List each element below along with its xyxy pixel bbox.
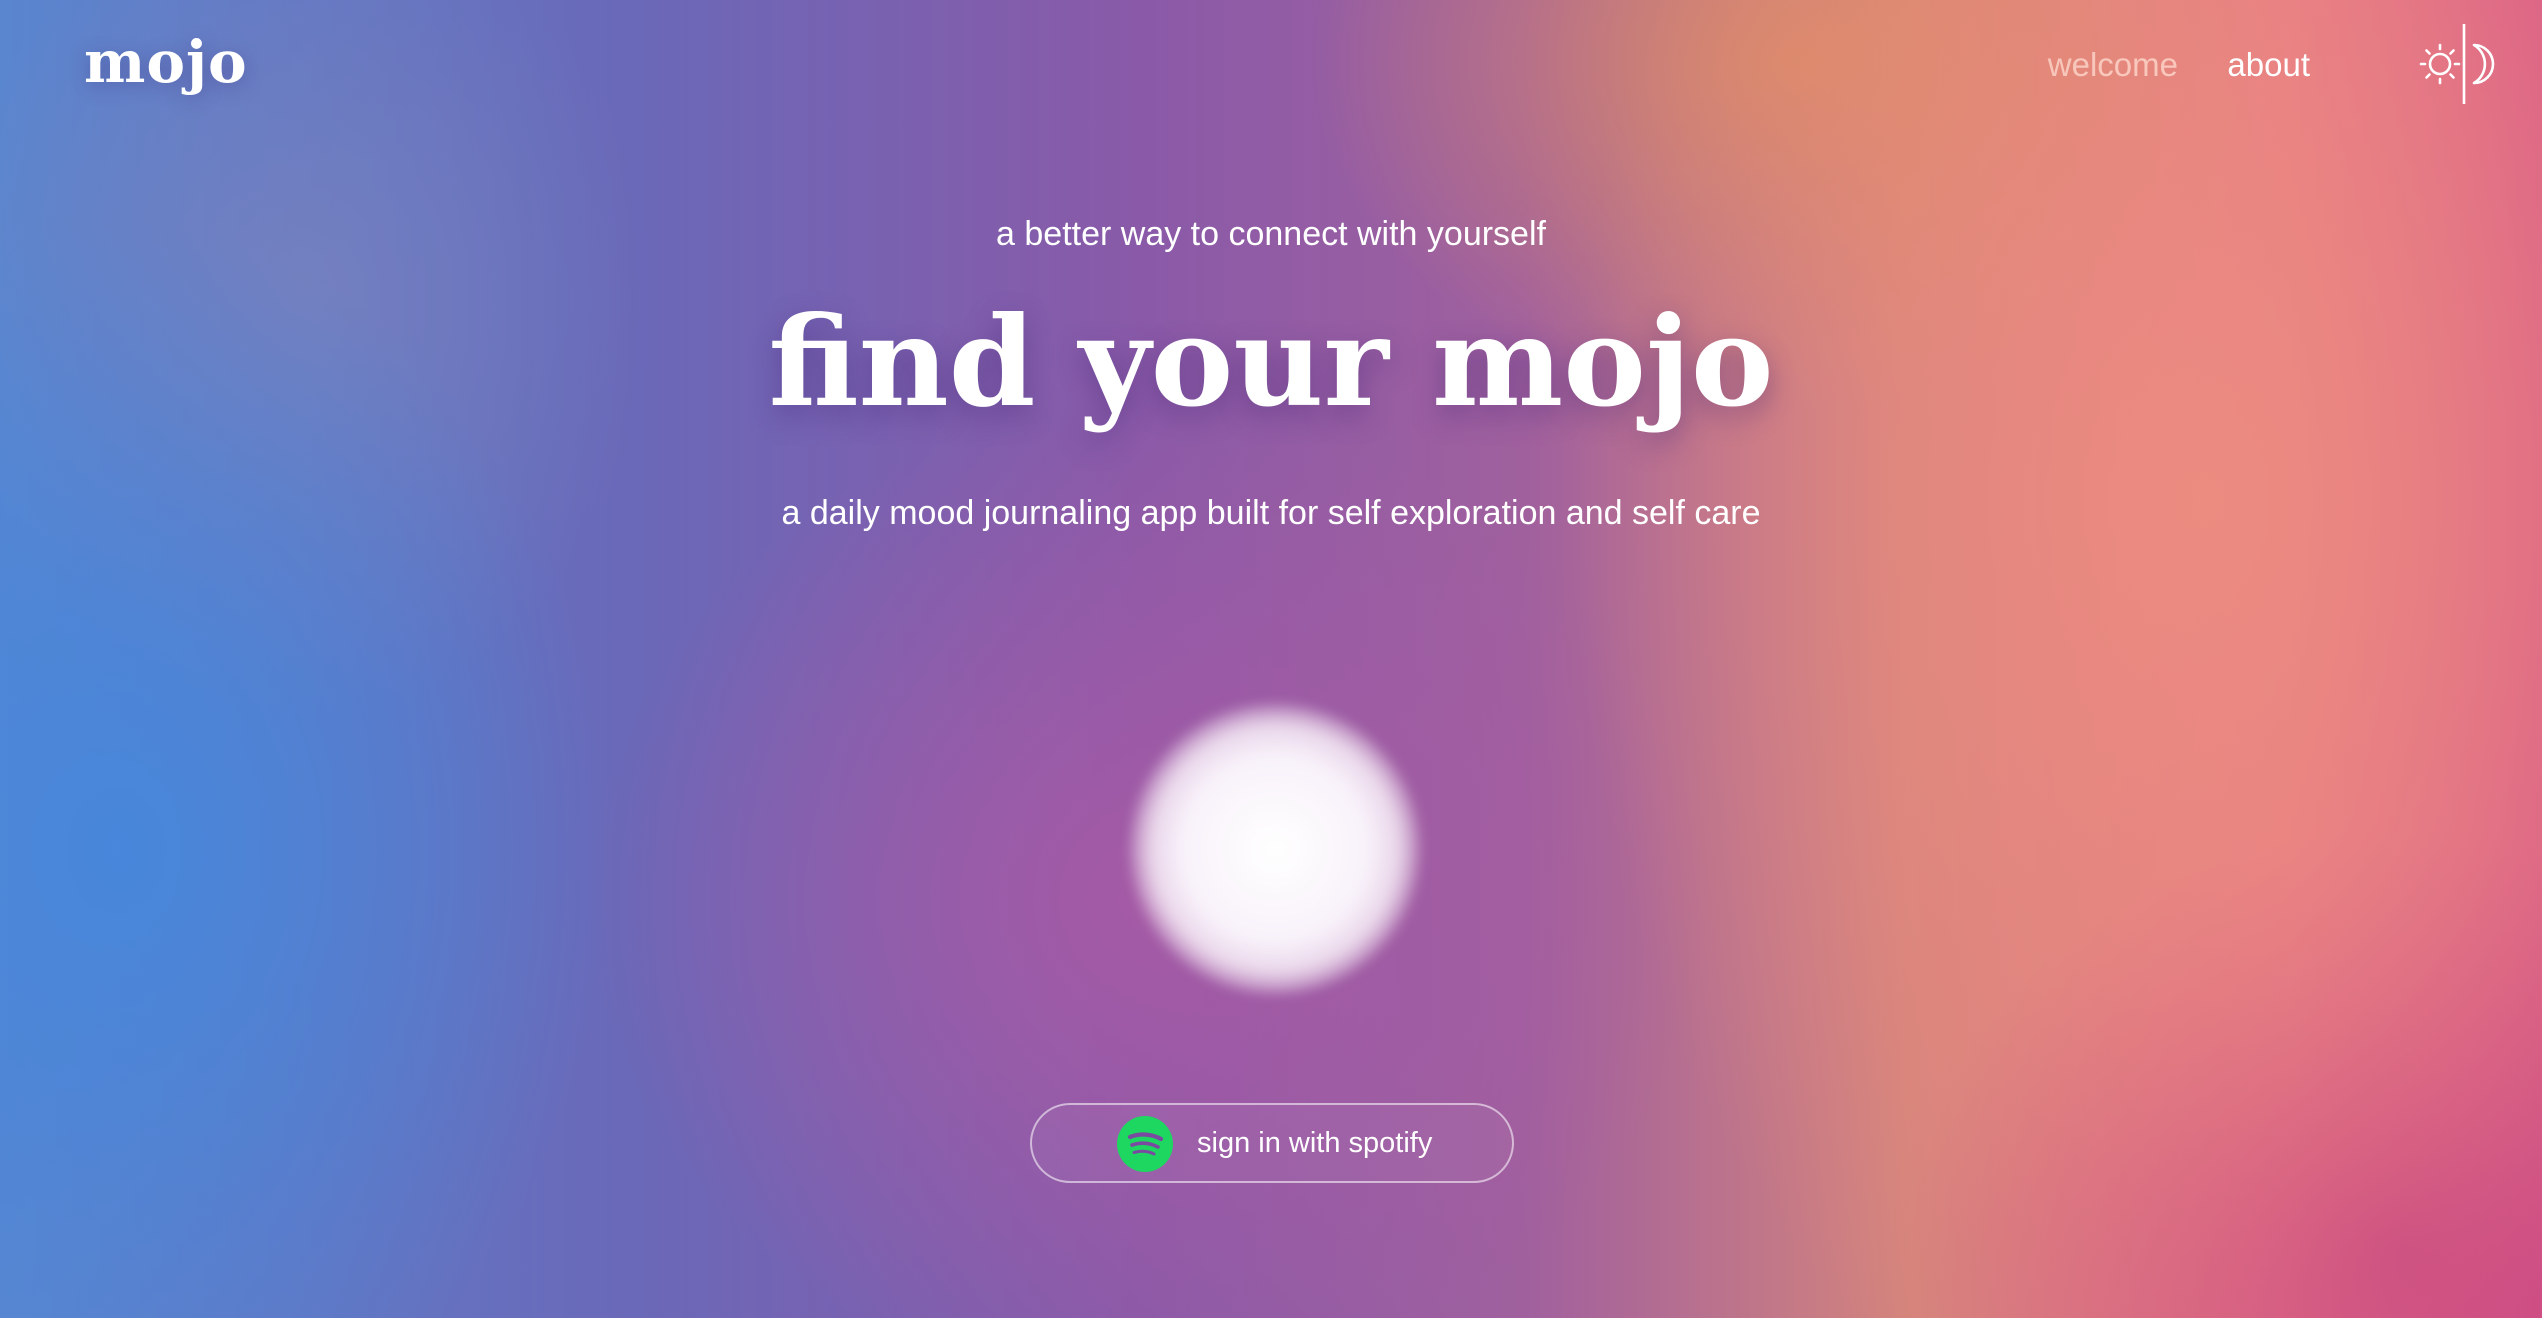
theme-toggle[interactable]	[2416, 20, 2506, 108]
hero-subtitle: a daily mood journaling app built for se…	[781, 494, 1761, 532]
hero-tagline: a better way to connect with yourself	[996, 215, 1546, 253]
theme-toggle-graphic	[2419, 24, 2495, 104]
moon-icon	[2472, 43, 2495, 85]
nav-link-welcome[interactable]: welcome	[2048, 46, 2178, 84]
top-nav: welcome about	[0, 40, 2542, 90]
glowing-mood-orb	[1130, 704, 1420, 994]
spotify-signin-label: sign in with spotify	[1197, 1127, 1433, 1159]
spotify-icon	[1117, 1116, 1173, 1172]
nav-link-about[interactable]: about	[2227, 46, 2310, 84]
spotify-signin-button[interactable]: sign in with spotify	[1030, 1103, 1514, 1183]
sun-icon	[2419, 43, 2461, 85]
hero-title: find your mojo	[768, 290, 1774, 435]
